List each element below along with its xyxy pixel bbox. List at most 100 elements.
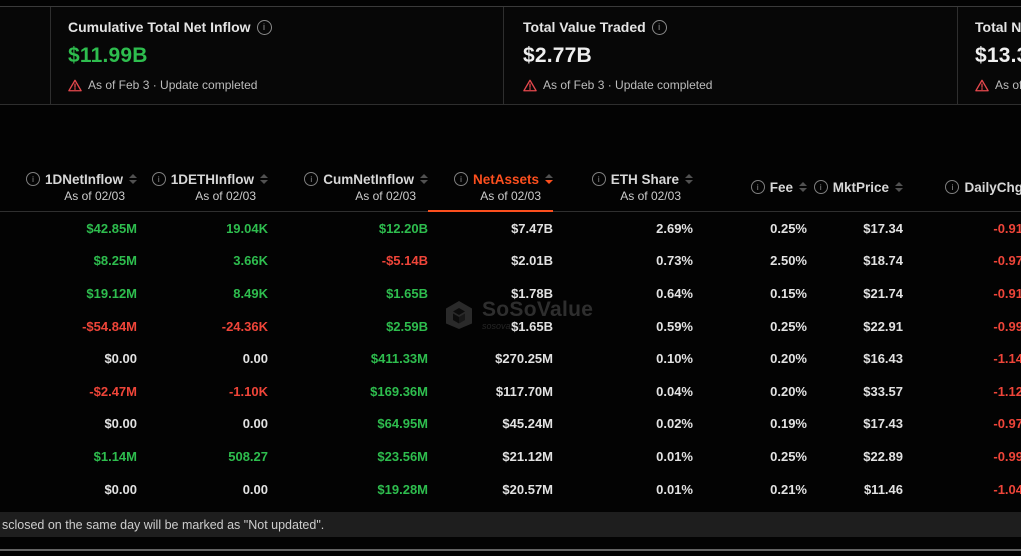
info-icon[interactable]: i [592, 172, 606, 186]
table-cell: -1.12 [903, 384, 1021, 399]
stat-card-title-text: Total Value Traded [523, 19, 646, 35]
column-as-of-label: As of 02/03 [480, 189, 541, 203]
stat-card-status: As of Feb 3 · Update completed [523, 78, 683, 92]
column-label: DailyChg [964, 180, 1021, 195]
table-row[interactable]: $1.14M508.27$23.56M$21.12M0.01%0.25%$22.… [0, 440, 1021, 473]
sort-carets-icon[interactable] [260, 174, 268, 184]
info-icon[interactable]: i [152, 172, 166, 186]
table-row[interactable]: $0.000.00$19.28M$20.57M0.01%0.21%$11.46-… [0, 473, 1021, 506]
table-cell: $20.57M [428, 482, 553, 497]
stat-card-status: As of Feb 3 · Update completed [68, 78, 199, 92]
info-icon[interactable]: i [26, 172, 40, 186]
warning-icon [975, 79, 989, 92]
info-icon[interactable]: i [257, 20, 272, 35]
table-cell: -0.97 [903, 253, 1021, 268]
table-cell: $1.14M [0, 449, 137, 464]
column-header-dailychg[interactable]: i DailyChg [903, 163, 1021, 211]
table-cell: $19.12M [0, 286, 137, 301]
table-cell: -$54.84M [0, 319, 137, 334]
table-cell: $22.89 [807, 449, 903, 464]
table-row[interactable]: $0.000.00$64.95M$45.24M0.02%0.19%$17.43-… [0, 408, 1021, 441]
table-cell: $0.00 [0, 416, 137, 431]
footer-note-bar: sclosed on the same day will be marked a… [0, 512, 1021, 537]
table-cell: -$5.14B [268, 253, 428, 268]
column-header-1dnetinflow[interactable]: i1DNetInflowAs of 02/03 [0, 163, 137, 211]
table-cell: 0.01% [553, 449, 693, 464]
table-cell: $411.33M [268, 351, 428, 366]
table-cell: 0.20% [693, 384, 807, 399]
table-cell: $7.47B [428, 221, 553, 236]
table-row[interactable]: $42.85M19.04K$12.20B$7.47B2.69%0.25%$17.… [0, 212, 1021, 245]
info-icon[interactable]: i [945, 180, 959, 194]
stats-strip: Cumulative Total Net Inflow i $11.99B As… [0, 6, 1021, 105]
sort-carets-icon[interactable] [685, 174, 693, 184]
card-divider [957, 7, 958, 104]
column-label: 1DETHInflow [171, 172, 254, 187]
table-cell: $0.00 [0, 482, 137, 497]
stat-card-title-text: Total N [975, 19, 1021, 35]
table-cell: $19.28M [268, 482, 428, 497]
stat-card-value: $11.99B [68, 44, 199, 68]
column-header-netassets[interactable]: iNetAssetsAs of 02/03 [428, 163, 553, 211]
column-as-of-label: As of 02/03 [64, 189, 125, 203]
stat-card-value: $13.3 [975, 44, 1021, 68]
column-header-fee[interactable]: iFee [693, 163, 807, 211]
stat-card-status-text: As of [995, 78, 1021, 92]
table-cell: 8.49K [137, 286, 268, 301]
table-row[interactable]: $8.25M3.66K-$5.14B$2.01B0.73%2.50%$18.74… [0, 245, 1021, 278]
table-cell: $8.25M [0, 253, 137, 268]
column-header-1dethinflow[interactable]: i 1DETHInflow As of 02/03 [137, 163, 268, 211]
card-divider [50, 7, 51, 104]
table-cell: 0.73% [553, 253, 693, 268]
table-cell: $117.70M [428, 384, 553, 399]
bottom-divider [0, 549, 1021, 551]
table-cell: 508.27 [137, 449, 268, 464]
table-row[interactable]: -$54.84M-24.36K$2.59B$1.65B0.59%0.25%$22… [0, 310, 1021, 343]
table-cell: 2.69% [553, 221, 693, 236]
column-as-of-label: As of 02/03 [195, 189, 256, 203]
sort-carets-icon[interactable] [420, 174, 428, 184]
table-cell: 0.10% [553, 351, 693, 366]
column-header-eth-share[interactable]: iETH ShareAs of 02/03 [553, 163, 693, 211]
info-icon[interactable]: i [814, 180, 828, 194]
column-as-of-label: As of 02/03 [355, 189, 416, 203]
stat-card-status: As of [975, 78, 1021, 92]
column-header-mktprice[interactable]: iMktPrice [807, 163, 903, 211]
table-cell: $17.34 [807, 221, 903, 236]
table-cell: -0.99 [903, 319, 1021, 334]
info-icon[interactable]: i [454, 172, 468, 186]
stat-card-value: $2.77B [523, 44, 683, 68]
table-cell: $17.43 [807, 416, 903, 431]
sort-carets-icon[interactable] [129, 174, 137, 184]
table-row[interactable]: $0.000.00$411.33M$270.25M0.10%0.20%$16.4… [0, 342, 1021, 375]
table-cell: 0.19% [693, 416, 807, 431]
table-cell: 0.25% [693, 319, 807, 334]
table-cell: $1.65B [428, 319, 553, 334]
table-cell: 0.04% [553, 384, 693, 399]
table-cell: 0.59% [553, 319, 693, 334]
active-column-underline [428, 210, 553, 212]
sort-carets-icon[interactable] [799, 182, 807, 192]
info-icon[interactable]: i [751, 180, 765, 194]
table-cell: 2.50% [693, 253, 807, 268]
table-cell: -0.99 [903, 449, 1021, 464]
table-row[interactable]: $19.12M8.49K$1.65B$1.78B0.64%0.15%$21.74… [0, 277, 1021, 310]
info-icon[interactable]: i [304, 172, 318, 186]
table-cell: -0.91 [903, 286, 1021, 301]
sort-carets-icon[interactable] [895, 182, 903, 192]
table-row[interactable]: -$2.47M-1.10K$169.36M$117.70M0.04%0.20%$… [0, 375, 1021, 408]
info-icon[interactable]: i [652, 20, 667, 35]
table-cell: -0.91 [903, 221, 1021, 236]
column-header-cumnetinflow[interactable]: i CumNetInflow As of 02/03 [268, 163, 428, 211]
stat-card-total-net-assets-cropped: Total N $13.3 As of [975, 7, 1021, 92]
stat-card-cumulative-net-inflow: Cumulative Total Net Inflow i $11.99B As… [68, 7, 199, 92]
table-cell: $45.24M [428, 416, 553, 431]
table-cell: 0.21% [693, 482, 807, 497]
table-body: $42.85M19.04K$12.20B$7.47B2.69%0.25%$17.… [0, 212, 1021, 505]
table-cell: 0.20% [693, 351, 807, 366]
stat-card-status-text: As of Feb 3 · Update completed [88, 78, 257, 92]
sort-carets-icon[interactable] [545, 174, 553, 184]
column-label: CumNetInflow [323, 172, 414, 187]
stat-card-total-value-traded: Total Value Traded i $2.77B As of Feb 3 … [523, 7, 683, 92]
table-cell: $16.43 [807, 351, 903, 366]
